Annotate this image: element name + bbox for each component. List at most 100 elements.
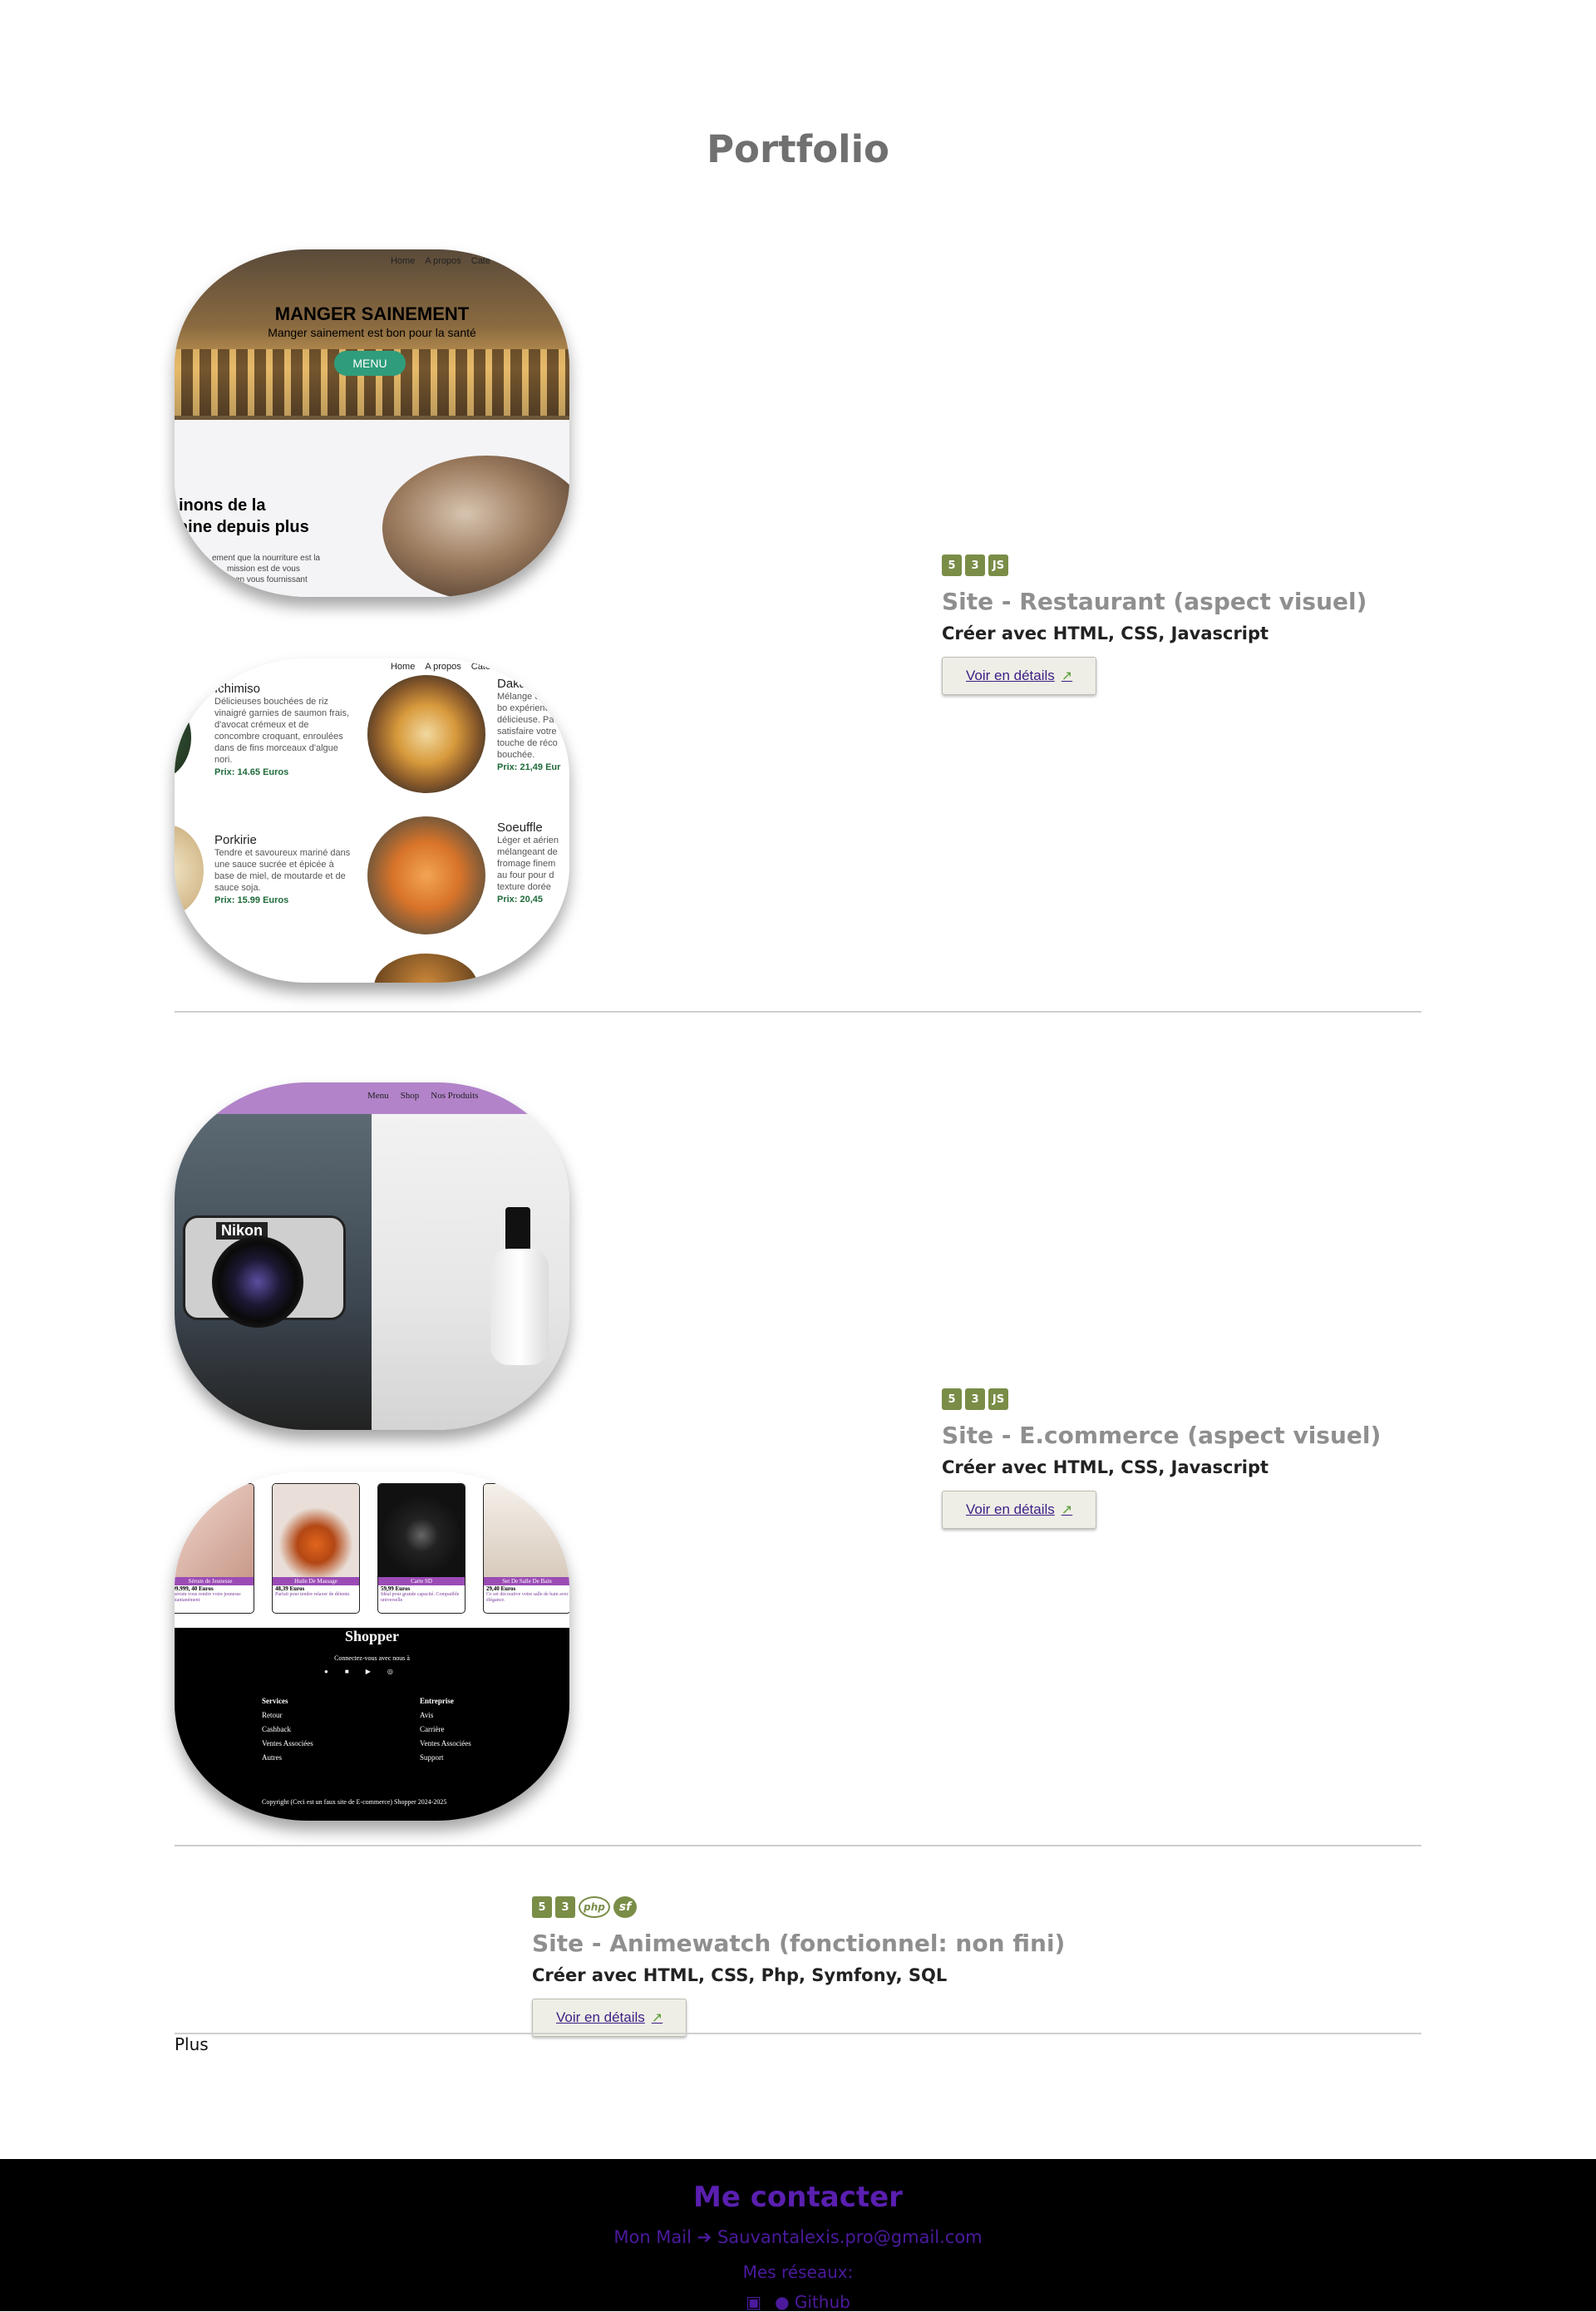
arrow-right-icon: ➔: [697, 2227, 712, 2247]
dish-desc: Délicieuses bouchées de riz vinaigré gar…: [214, 697, 350, 765]
dish-desc: Tendre et savoureux mariné dans une sauc…: [214, 848, 351, 893]
dish-name: Soeuffle: [497, 821, 543, 835]
product-price: 48,39 Euros: [275, 1585, 305, 1592]
github-link[interactable]: ● Github: [775, 2292, 850, 2312]
services-title: Services: [262, 1697, 288, 1705]
restaurant-nav-about: A propos: [425, 256, 461, 266]
product-price: 999.999, 40 Euros: [175, 1585, 214, 1592]
product-label: Sérum de Jeunesse: [175, 1577, 254, 1585]
ecommerce-footer-social: ● ■ ▶ ◎: [324, 1668, 393, 1675]
restaurant-menu-button: MENU: [334, 351, 406, 376]
camera-lens-image: [212, 1236, 303, 1328]
ecommerce-nav-shop: Shop: [400, 1091, 420, 1101]
restaurant-nav-2: Home A propos Cate: [391, 662, 490, 672]
product-desc: Ce set décorative votre salle de bain av…: [486, 1592, 569, 1603]
social-links: ▣ ● Github: [0, 2292, 1596, 2312]
product-card: Carte SD 59,99 Euros Idéal pour grande c…: [377, 1483, 466, 1614]
dish-image-left-1: [175, 696, 191, 779]
dish-image-daka: [367, 675, 485, 793]
details-button[interactable]: Voir en détails ↗: [942, 657, 1097, 695]
restaurant-nav-home: Home: [390, 256, 416, 266]
product-label: Set De Salle De Bain: [484, 1577, 569, 1585]
project-subtitle: Créer avec HTML, CSS, Javascript: [942, 1457, 1269, 1477]
php-icon: php: [579, 1896, 610, 1918]
contact-footer: Me contacter Mon Mail ➔ Sauvantalexis.pr…: [0, 2159, 1596, 2312]
restaurant-nav: Home A propos Cate: [391, 256, 490, 266]
project-info-restaurant: 5 3 JS Site - Restaurant (aspect visuel)…: [942, 554, 1367, 695]
restaurant-nav2-about: A propos: [425, 662, 461, 672]
dish-porkirie: Porkirie Tendre et savoureux mariné dans…: [214, 833, 356, 905]
details-button[interactable]: Voir en détails ↗: [532, 1999, 687, 2037]
company-item: Ventes Associées: [420, 1739, 471, 1748]
linkedin-icon: ■: [344, 1668, 349, 1675]
html5-icon: 5: [532, 1896, 552, 1918]
dish-image-soeuffle: [367, 816, 485, 934]
dish-desc: Mélange dans un bo expérience d délicieu…: [497, 692, 568, 760]
html5-icon: 5: [942, 1388, 962, 1410]
external-link-icon: ↗: [1061, 669, 1073, 683]
product-image: [175, 1484, 254, 1577]
dish-image-bottom: [374, 954, 478, 983]
dish-desc: Léger et aérien mélangeant de fromage fi…: [497, 836, 559, 892]
details-button[interactable]: Voir en détails ↗: [942, 1491, 1097, 1529]
separator: [175, 2033, 1421, 2034]
services-item: Retour: [262, 1711, 283, 1719]
separator: [175, 1845, 1421, 1846]
ecommerce-footer-brand: Shopper: [344, 1628, 400, 1644]
html5-icon: 5: [942, 555, 962, 576]
tech-icons: 5 3 JS: [942, 1388, 1381, 1411]
css3-icon: 3: [555, 1896, 575, 1918]
ecommerce-preview-hero: Menu Shop Nos Produits Nikon: [175, 1082, 569, 1430]
project-subtitle: Créer avec HTML, CSS, Javascript: [942, 624, 1269, 643]
ecommerce-footer-copyright: Copyright (Ceci est un faux site de E-co…: [262, 1798, 447, 1806]
ecommerce-footer-company: Entreprise Avis Carrière Ventes Associée…: [420, 1694, 471, 1765]
product-price: 29,40 Euros: [486, 1585, 516, 1592]
external-link-icon: ↗: [651, 2011, 663, 2025]
company-item: Carrière: [420, 1725, 445, 1733]
product-image: [273, 1484, 359, 1577]
restaurant-about-heading: inons de la aine depuis plus: [179, 495, 309, 538]
dish-price: Prix: 21,49 Eur: [497, 762, 561, 772]
company-title: Entreprise: [420, 1697, 454, 1705]
product-desc: la sérum vous rendre votre jeunesse inst…: [175, 1592, 241, 1603]
company-item: Avis: [420, 1711, 434, 1719]
ecommerce-preview-products: Sérum de Jeunesse 999.999, 40 Euros la s…: [175, 1471, 569, 1821]
github-label: Github: [794, 2292, 850, 2312]
mail-label: Mon Mail: [613, 2227, 692, 2247]
project-title: Site - Restaurant (aspect visuel): [942, 588, 1367, 615]
restaurant-nav-cat: Cate: [470, 256, 490, 266]
dish-name: Porkirie: [214, 833, 257, 847]
product-desc: Idéal pour grande capacité. Compatible u…: [381, 1592, 460, 1603]
ecommerce-footer: Shopper Connectez-vous avec nous à ● ■ ▶…: [175, 1628, 569, 1821]
css3-icon: 3: [965, 1388, 985, 1410]
tech-icons: 5 3 php sf: [532, 1895, 1065, 1919]
ecommerce-nav-menu: Menu: [367, 1091, 389, 1101]
product-image: [378, 1484, 465, 1577]
restaurant-about-line2: aine depuis plus: [179, 518, 309, 536]
restaurant-about-line1: inons de la: [179, 496, 266, 515]
dish-ichimiso: Ichimiso Délicieuses bouchées de riz vin…: [214, 682, 356, 777]
bottle-pump-image: [505, 1207, 530, 1253]
facebook-icon: ●: [324, 1668, 328, 1675]
restaurant-about-small-1: ement que la nourriture est la: [212, 554, 321, 563]
ecommerce-nav-products: Nos Produits: [431, 1091, 479, 1101]
youtube-icon: ▶: [365, 1668, 371, 1675]
dish-name: Daka: [497, 677, 527, 691]
restaurant-nav2-home: Home: [390, 662, 416, 672]
product-card: Huile De Massage 48,39 Euros Parfait pou…: [272, 1483, 360, 1614]
details-button-label: Voir en détails: [966, 1501, 1055, 1517]
restaurant-about-small-3: en vous fournissant: [235, 575, 308, 584]
project-info-animewatch: 5 3 php sf Site - Animewatch (fonctionne…: [532, 1895, 1065, 2037]
separator: [175, 1011, 1421, 1013]
dish-price: Prix: 20,45: [497, 895, 544, 905]
ecommerce-footer-connect: Connectez-vous avec nous à: [334, 1654, 410, 1662]
linkedin-icon[interactable]: ▣: [746, 2292, 761, 2312]
email-link[interactable]: Sauvantalexis.pro@gmail.com: [717, 2227, 983, 2247]
dish-soeuffle: Soeuffle Léger et aérien mélangeant de f…: [497, 821, 568, 905]
symfony-icon: sf: [613, 1896, 637, 1918]
restaurant-nav2-cat: Cate: [470, 662, 490, 672]
more-link[interactable]: Plus: [175, 2034, 209, 2054]
instagram-icon: ◎: [387, 1668, 393, 1675]
bottle-image: [490, 1249, 549, 1365]
social-label: Mes réseaux:: [742, 2262, 854, 2282]
